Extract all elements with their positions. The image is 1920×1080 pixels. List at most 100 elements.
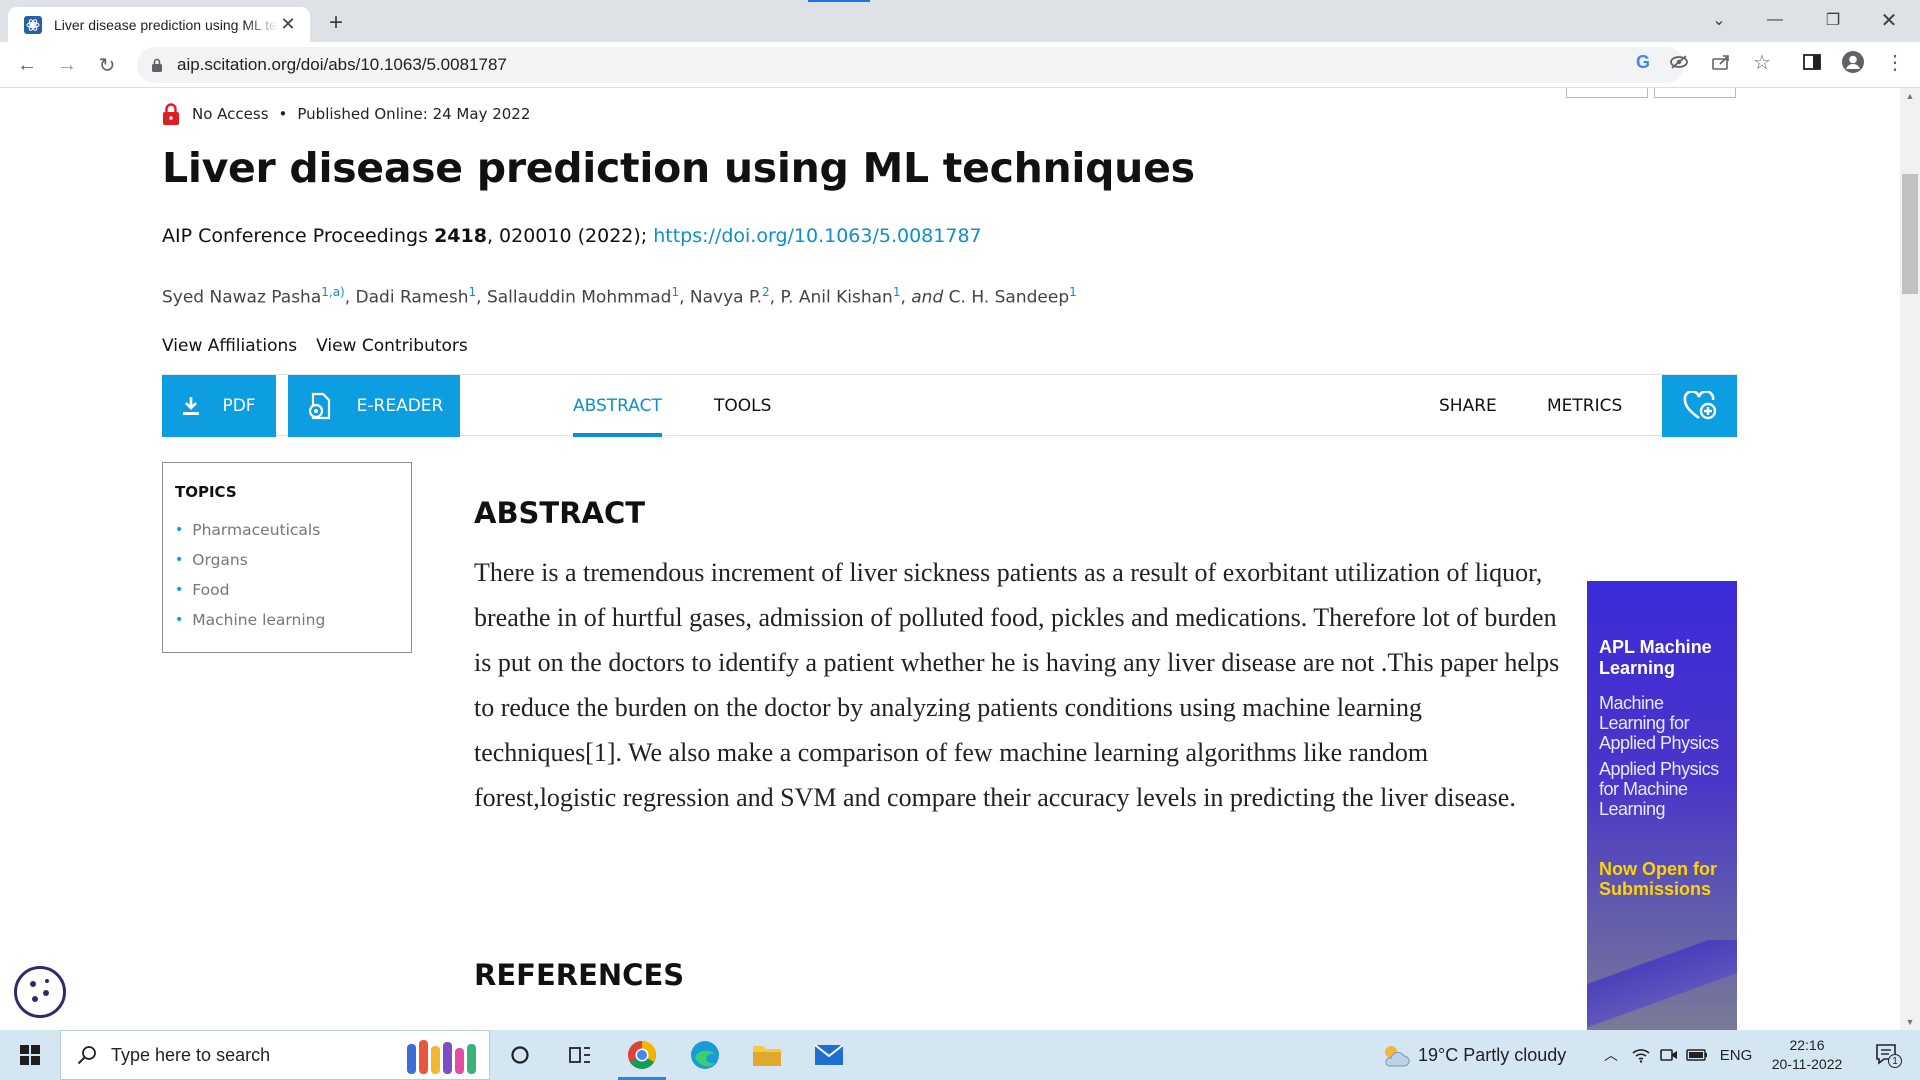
taskbar-search-box[interactable] [60,1030,490,1080]
tab-abstract[interactable]: ABSTRACT [573,375,662,437]
scrollbar-thumb[interactable] [1902,174,1918,294]
citation-journal: AIP Conference Proceedings [162,225,435,247]
tab-search-icon[interactable]: ⌄ [1696,0,1742,40]
ereader-button[interactable]: E-READER [288,375,460,437]
notification-center-icon[interactable]: 1 [1866,1030,1910,1080]
author-affiliation: 1 [671,285,680,299]
author-name[interactable]: Dadi Ramesh [356,288,469,308]
metrics-button[interactable]: METRICS [1547,375,1622,437]
search-highlight-icon [407,1040,476,1074]
search-icon [77,1046,96,1065]
tab-close-icon[interactable]: ✕ [278,14,298,35]
scroll-down-icon[interactable]: ▼ [1900,1014,1920,1030]
weather-widget[interactable]: 19°C Partly cloudy [1380,1030,1566,1080]
forward-arrow-icon[interactable]: → [52,50,82,80]
author-name[interactable]: C. H. Sandeep [949,288,1069,308]
page-scrollbar[interactable]: ▲ ▼ [1900,88,1920,1030]
share-page-icon[interactable] [1710,51,1732,73]
scroll-up-icon[interactable]: ▲ [1900,88,1920,104]
view-affiliations-link[interactable]: View Affiliations [162,336,297,356]
tab-tools[interactable]: TOOLS [714,375,771,437]
mail-icon[interactable] [799,1030,859,1080]
browser-toolbar: ← → ↻ G ☆ ⋮ [0,42,1920,88]
topic-link[interactable]: Machine learning [175,605,411,635]
browser-menu-icon[interactable]: ⋮ [1884,51,1906,74]
weather-text: 19°C Partly cloudy [1418,1044,1567,1065]
separator-dot: • [278,105,288,123]
profile-avatar-icon[interactable] [1842,51,1864,73]
clock-time: 22:16 [1789,1037,1825,1053]
windows-taskbar: 19°C Partly cloudy ︿ ENG 22:16 20-11-202… [0,1030,1920,1080]
author-affiliation: 2 [762,285,770,299]
ad-decoration [1587,940,1737,1030]
ad-cta: Now Open for Submissions [1599,859,1717,899]
show-hidden-icons-chevron-icon[interactable]: ︿ [1598,1030,1624,1080]
access-label: No Access [192,105,269,123]
task-view-icon[interactable] [550,1030,610,1080]
chrome-taskbar-icon[interactable] [612,1030,672,1080]
bookmark-star-icon[interactable]: ☆ [1751,51,1773,74]
file-explorer-icon[interactable] [737,1030,797,1080]
share-button[interactable]: SHARE [1439,375,1497,437]
wifi-icon[interactable] [1628,1030,1654,1080]
author-name[interactable]: Sallauddin Mohmmad [487,288,672,308]
author-name[interactable]: Syed Nawaz Pasha [162,288,321,308]
browser-tab-strip: Liver disease prediction using ML techni… [0,0,1920,42]
partly-cloudy-icon [1385,1046,1410,1067]
restore-button[interactable]: ❐ [1810,0,1856,40]
author-separator: , [476,287,487,308]
published-date: Published Online: 24 May 2022 [297,105,531,123]
ad-item: Applied Physics for Machine Learning [1599,759,1719,819]
edge-taskbar-icon[interactable] [675,1030,735,1080]
site-favicon-icon [24,15,42,34]
url-input[interactable] [177,55,1077,75]
cookie-icon [30,979,49,1002]
browser-tab[interactable]: Liver disease prediction using ML techni… [8,7,310,42]
abstract-text: There is a tremendous increment of liver… [474,558,1560,812]
language-indicator[interactable]: ENG [1716,1030,1756,1080]
taskbar-clock[interactable]: 22:16 20-11-2022 [1762,1036,1852,1074]
ad-item: Machine Learning for Applied Physics [1599,693,1719,753]
topic-link[interactable]: Organs [175,545,411,575]
author-list: Syed Nawaz Pasha1,a), Dadi Ramesh1, Sall… [162,285,1077,308]
header-button-ghost[interactable] [1566,88,1648,98]
pdf-button[interactable]: PDF [162,375,276,437]
download-icon [183,397,200,415]
citation-line: AIP Conference Proceedings 2418, 020010 … [162,225,982,247]
citation-pages: , 020010 (2022); [486,225,654,247]
author-name[interactable]: Navya P. [690,288,762,308]
tab-title: Liver disease prediction using ML techni… [54,16,278,33]
task-view-cortana-icon[interactable] [490,1030,550,1080]
favorite-button[interactable] [1662,375,1737,437]
battery-icon[interactable] [1684,1030,1710,1080]
topic-link[interactable]: Food [175,575,411,605]
side-panel-icon[interactable] [1801,51,1823,73]
notification-count: 1 [1888,1054,1902,1068]
reload-icon[interactable]: ↻ [92,50,122,80]
meet-now-icon[interactable] [1656,1030,1682,1080]
cookie-settings-button[interactable] [14,966,66,1018]
doi-link[interactable]: https://doi.org/10.1063/5.0081787 [653,225,981,247]
address-bar[interactable] [137,47,1684,83]
author-separator: , [344,287,356,308]
minimize-button[interactable]: — [1752,0,1798,40]
author-name[interactable]: P. Anil Kishan [780,288,892,308]
access-status-row: No Access • Published Online: 24 May 202… [162,102,530,126]
close-window-button[interactable]: ✕ [1866,0,1912,40]
taskbar-search-input[interactable] [111,1044,371,1066]
new-tab-button[interactable]: + [322,9,350,37]
back-arrow-icon[interactable]: ← [12,50,42,80]
pdf-label: PDF [222,396,256,416]
windows-start-button[interactable] [0,1030,60,1080]
tab-strip-indicator [808,0,870,2]
advertisement-banner[interactable]: APL Machine Learning Machine Learning fo… [1587,581,1737,1030]
google-translate-icon[interactable]: G [1632,51,1654,73]
topic-link[interactable]: Pharmaceuticals [175,515,411,545]
lock-icon[interactable] [151,58,163,72]
author-affiliation: 1 [468,285,477,299]
topics-heading: TOPICS [175,483,237,501]
header-button-ghost[interactable] [1654,88,1736,98]
view-contributors-link[interactable]: View Contributors [316,336,468,356]
author-separator: , [900,287,912,308]
hidden-eye-icon[interactable] [1668,51,1690,73]
